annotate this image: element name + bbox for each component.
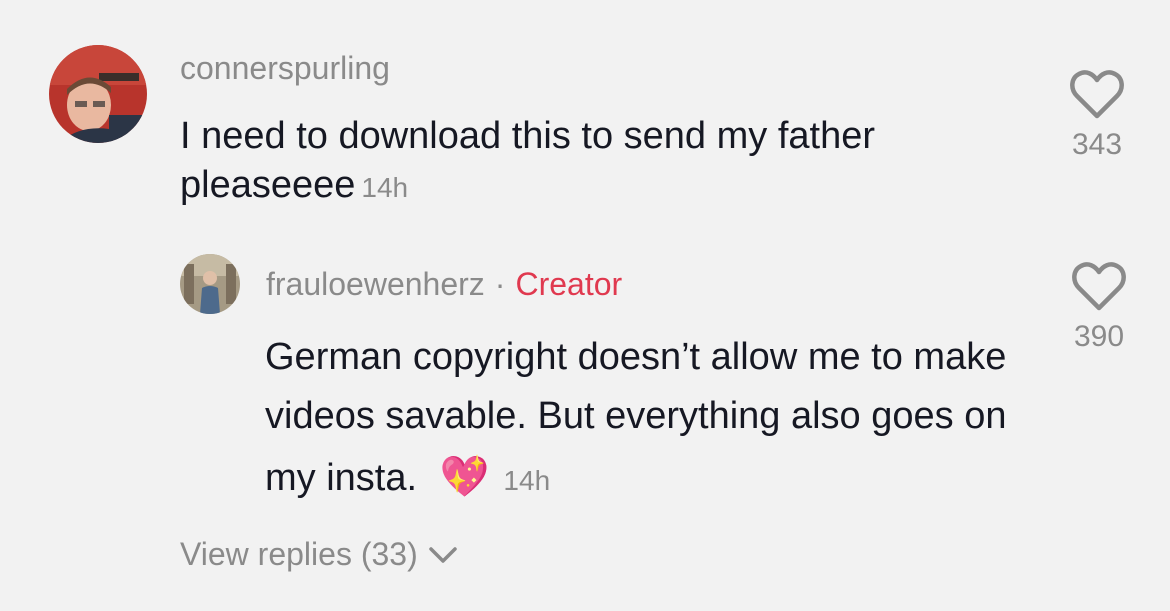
reply-text: German copyright doesn’t allow me to mak…: [265, 328, 1025, 508]
comment-thread: connerspurling I need to download this t…: [0, 0, 1170, 611]
reply-like-count: 390: [1073, 320, 1125, 353]
avatar-frauloewenherz[interactable]: [180, 254, 240, 314]
comment-timestamp: 14h: [361, 171, 409, 203]
chevron-down-icon: [428, 546, 457, 563]
reply-like-button[interactable]: 390: [1064, 262, 1134, 354]
view-replies-label: View replies (33): [180, 536, 418, 572]
comment-username[interactable]: connerspurling: [180, 50, 390, 87]
comment-text: I need to download this to send my fathe…: [180, 112, 1020, 209]
comment-like-count: 343: [1071, 128, 1123, 161]
comment-like-button[interactable]: 343: [1062, 70, 1132, 162]
separator-dot: ·: [494, 266, 506, 302]
creator-badge: Creator: [515, 266, 623, 302]
reply-body: German copyright doesn’t allow me to mak…: [265, 336, 1007, 499]
comment-body: I need to download this to send my fathe…: [180, 115, 875, 206]
heart-icon[interactable]: [1069, 70, 1125, 120]
reply-username[interactable]: frauloewenherz: [266, 266, 485, 302]
view-replies-button[interactable]: View replies (33): [180, 536, 458, 573]
reply-header: frauloewenherz · Creator: [266, 266, 622, 303]
heart-icon[interactable]: [1071, 262, 1127, 312]
sparkling-heart-icon: 💖: [439, 454, 490, 499]
reply-timestamp: 14h: [503, 464, 551, 496]
avatar-connerspurling[interactable]: [49, 45, 147, 143]
